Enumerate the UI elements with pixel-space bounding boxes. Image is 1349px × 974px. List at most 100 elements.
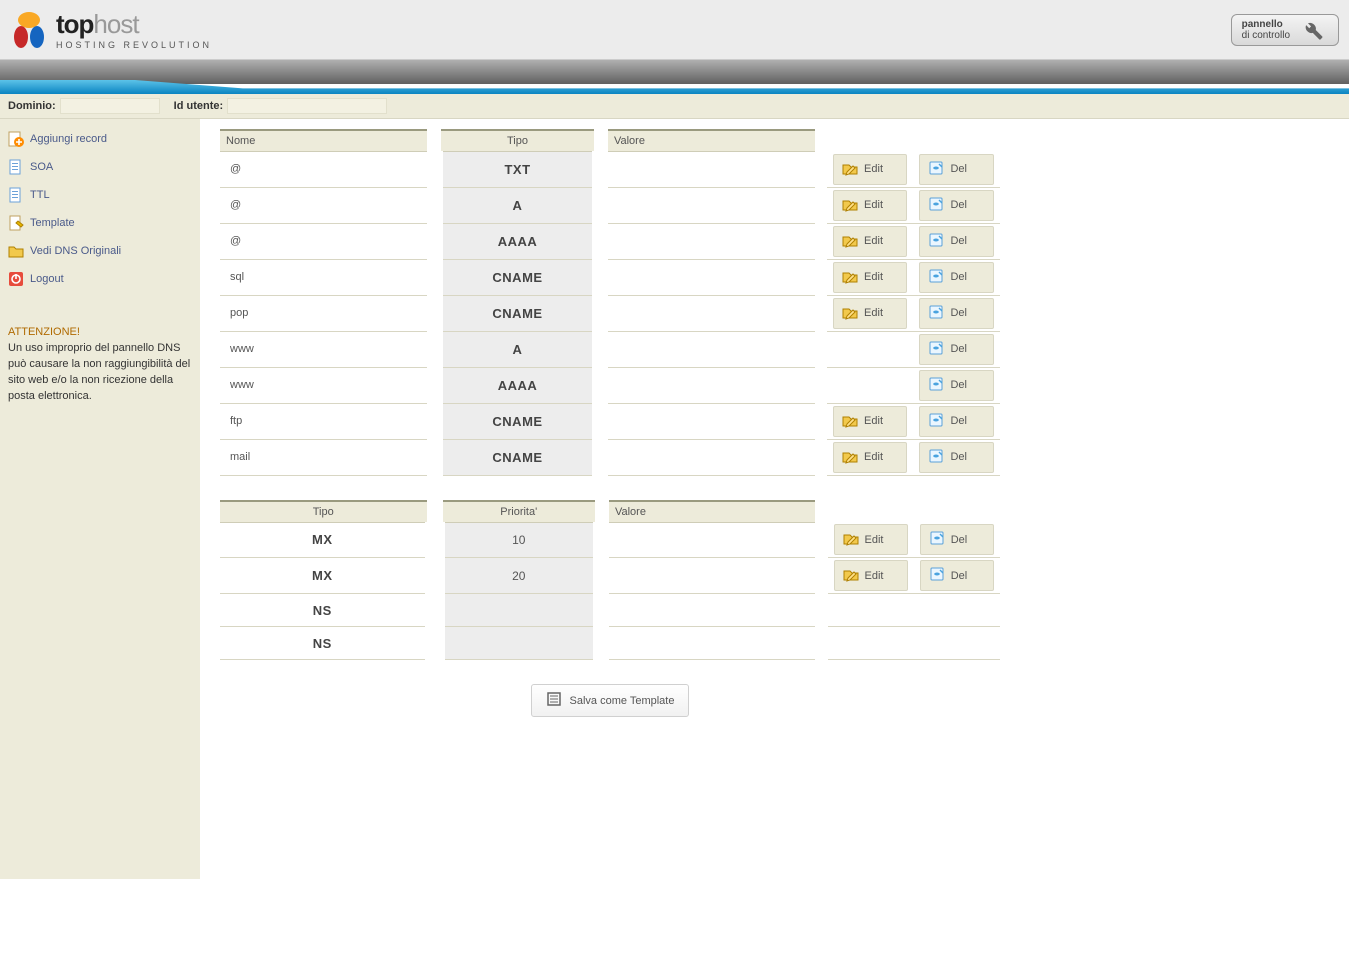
logout-icon [8,271,24,287]
delete-icon [928,160,944,179]
edit-button[interactable]: Edit [833,154,907,185]
folder-icon [8,243,24,259]
edit-icon [843,530,859,549]
delete-button[interactable]: Del [919,442,994,473]
sidebar-item-aggiungi-record[interactable]: Aggiungi record [4,125,196,153]
delete-label: Del [950,415,967,427]
table-row: @ TXT Edit Del [220,152,1000,188]
delete-label: Del [951,570,968,582]
domain-label: Dominio: [8,100,56,112]
add-icon [8,131,24,147]
template-icon [8,215,24,231]
delete-button[interactable]: Del [919,406,994,437]
delete-icon [928,448,944,467]
edit-label: Edit [864,199,883,211]
delete-icon [928,268,944,287]
table-row: @AAAAEditDel [220,223,1000,259]
brand-name-light: host [93,9,138,39]
table-row: mailCNAMEEditDel [220,439,1000,475]
dns-mx-ns-table: Tipo Priorita' Valore MX10EditDelMX20Edi… [220,500,1000,661]
edit-button[interactable]: Edit [834,560,908,591]
brand-name-bold: top [56,9,93,39]
save-template-button[interactable]: Salva come Template [531,684,690,717]
table-row: wwwADel [220,331,1000,367]
delete-icon [928,412,944,431]
delete-icon [928,232,944,251]
delete-button[interactable]: Del [920,560,994,591]
edit-icon [842,304,858,323]
warning-title: ATTENZIONE! [8,325,192,341]
cell-name: www [220,331,427,367]
cell-value [608,223,815,259]
edit-button[interactable]: Edit [833,190,907,221]
cell-type: CNAME [441,403,594,439]
cell-name: @ [220,152,427,188]
delete-button[interactable]: Del [919,370,994,401]
sidebar-item-label: Vedi DNS Originali [30,245,121,257]
sidebar-item-ttl[interactable]: TTL [4,181,196,209]
cell-type: MX [220,558,427,594]
sidebar-item-label: TTL [30,189,50,201]
panel-badge-title: pannello [1242,19,1290,30]
delete-icon [928,340,944,359]
edit-button[interactable]: Edit [833,226,907,257]
cell-priority: 10 [443,522,595,558]
delete-label: Del [950,343,967,355]
sidebar-item-label: Template [30,217,75,229]
col2-priority: Priorita' [443,501,595,523]
delete-button[interactable]: Del [919,190,994,221]
cell-type: A [441,187,594,223]
table-row: MX20EditDel [220,558,1000,594]
delete-button[interactable]: Del [919,298,994,329]
warning-body: Un uso improprio del pannello DNS può ca… [8,341,192,405]
edit-button[interactable]: Edit [834,524,908,555]
cell-type: NS [220,594,427,627]
delete-button[interactable]: Del [919,262,994,293]
cell-type: NS [220,627,427,660]
cell-type: MX [220,522,427,558]
sidebar-item-label: Aggiungi record [30,133,107,145]
edit-label: Edit [865,534,884,546]
delete-button[interactable]: Del [919,154,994,185]
user-id-value [227,98,387,114]
wrench-icon [1298,19,1328,41]
edit-button[interactable]: Edit [833,298,907,329]
edit-icon [842,160,858,179]
panel-badge-subtitle: di controllo [1242,30,1290,41]
delete-icon [929,566,945,585]
delete-label: Del [950,199,967,211]
edit-icon [842,268,858,287]
user-id-label: Id utente: [174,100,224,112]
cell-name: ftp [220,403,427,439]
sidebar-item-soa[interactable]: SOA [4,153,196,181]
cell-name: sql [220,259,427,295]
brand-tagline: HOSTING REVOLUTION [56,40,212,50]
edit-icon [843,566,859,585]
delete-label: Del [950,271,967,283]
cell-value [609,627,816,660]
edit-icon [842,196,858,215]
cell-type: CNAME [441,295,594,331]
delete-button[interactable]: Del [920,524,994,555]
cell-type: TXT [441,152,594,188]
sidebar-item-vedi-dns-originali[interactable]: Vedi DNS Originali [4,237,196,265]
delete-label: Del [950,163,967,175]
delete-button[interactable]: Del [919,226,994,257]
cell-value [608,259,815,295]
delete-icon [929,530,945,549]
cell-value [608,187,815,223]
delete-label: Del [950,451,967,463]
edit-button[interactable]: Edit [833,406,907,437]
edit-button[interactable]: Edit [833,262,907,293]
edit-button[interactable]: Edit [833,442,907,473]
sidebar-item-logout[interactable]: Logout [4,265,196,293]
table-row: wwwAAAADel [220,367,1000,403]
delete-label: Del [950,379,967,391]
sidebar-item-template[interactable]: Template [4,209,196,237]
save-template-label: Salva come Template [570,695,675,707]
table-row: NS [220,594,1000,627]
cell-name: mail [220,439,427,475]
content-area: Nome Tipo Valore @TXTEditDel@AEditDel@AA… [200,119,1349,879]
delete-button[interactable]: Del [919,334,994,365]
brand-logo: tophost HOSTING REVOLUTION [10,9,212,50]
